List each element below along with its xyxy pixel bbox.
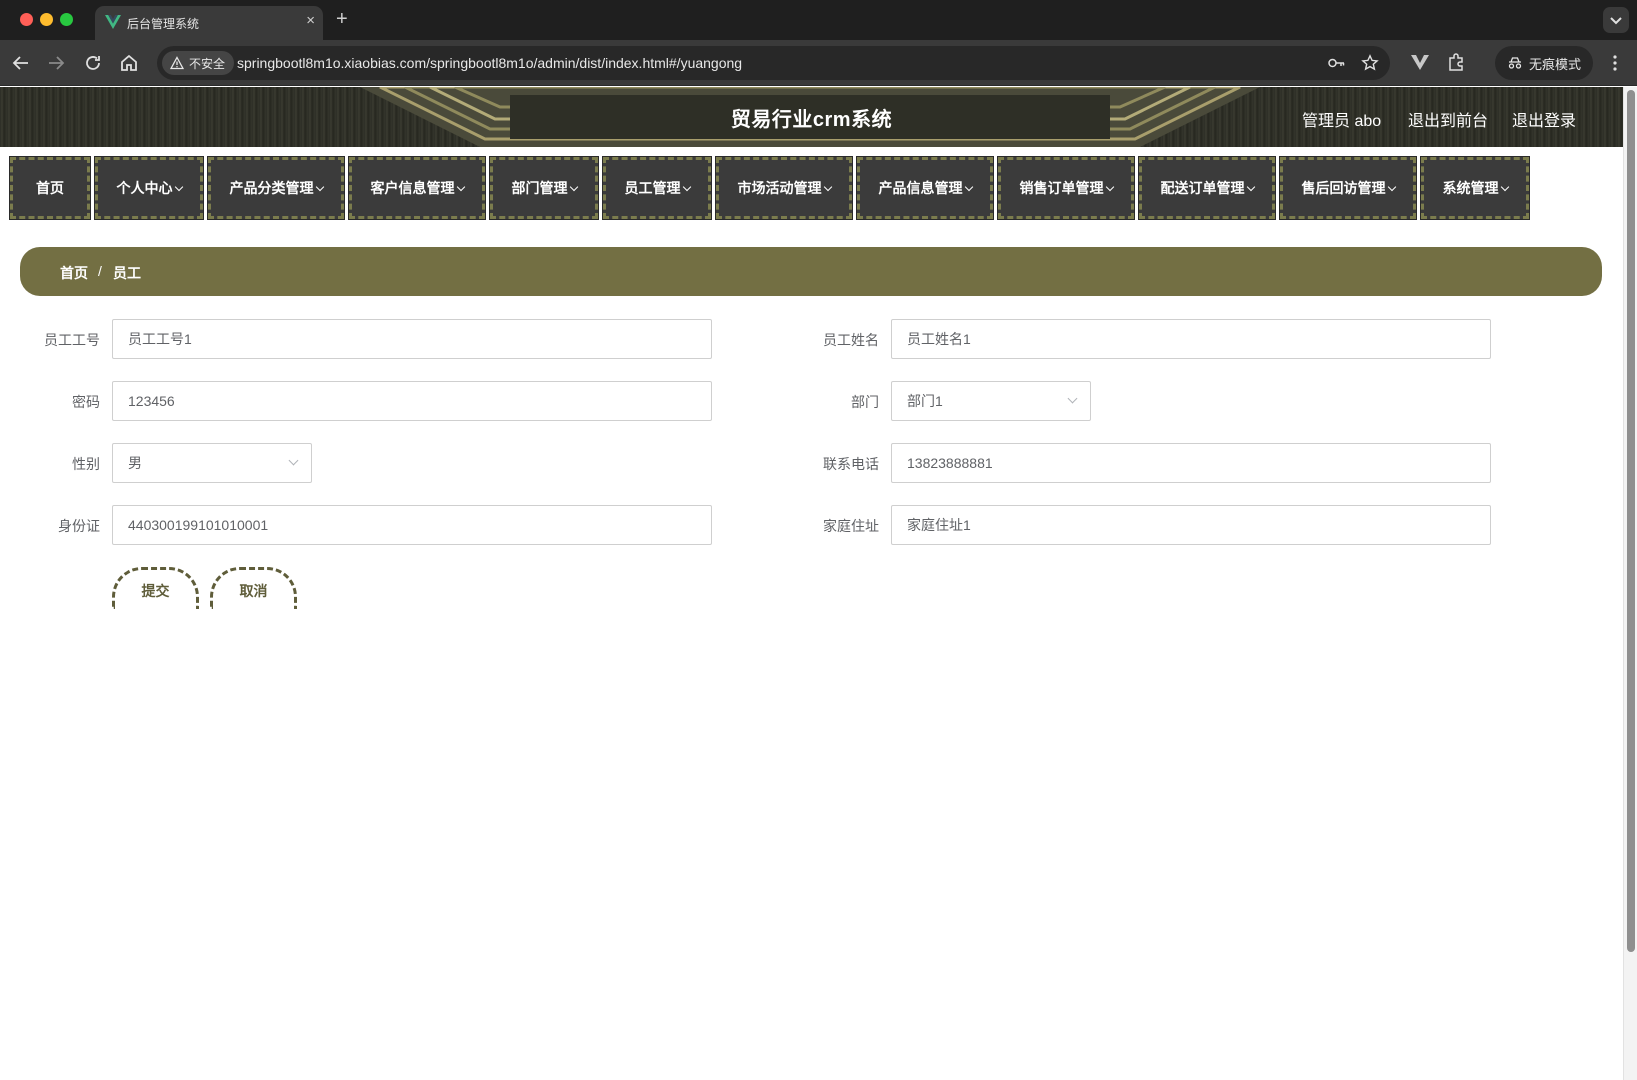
address-label: 家庭住址	[823, 518, 879, 534]
tab-search-button[interactable]	[1603, 7, 1629, 33]
nav-item-customer-info[interactable]: 客户信息管理	[348, 156, 486, 220]
vue-logo-icon	[105, 15, 121, 29]
breadcrumb-current: 员工	[113, 265, 141, 281]
close-window-button[interactable]	[20, 13, 33, 26]
url-text[interactable]: springbootl8m1o.xiaobias.com/springbootl…	[237, 55, 742, 71]
submit-button[interactable]: 提交	[112, 567, 199, 609]
password-input[interactable]: 123456	[112, 381, 712, 421]
gender-select[interactable]: 男	[112, 443, 312, 483]
chevron-down-icon	[1500, 182, 1509, 191]
nav-item-label: 客户信息管理	[370, 180, 455, 196]
vue-devtools-icon[interactable]	[1409, 51, 1431, 73]
department-label: 部门	[851, 394, 879, 410]
nav-item-label: 个人中心	[116, 180, 173, 196]
address-bar[interactable]: 不安全 springbootl8m1o.xiaobias.com/springb…	[157, 46, 1390, 80]
chevron-down-icon	[1105, 182, 1114, 191]
more-menu-icon[interactable]	[1612, 53, 1618, 73]
tab-close-icon[interactable]: ×	[306, 12, 315, 30]
admin-user-label: 管理员 abo	[1302, 113, 1382, 130]
chevron-down-icon	[964, 182, 973, 191]
page-scrollbar[interactable]	[1623, 87, 1637, 1080]
chevron-down-icon	[288, 455, 299, 466]
chevron-down-icon	[174, 182, 183, 191]
incognito-icon	[1508, 57, 1522, 69]
logout-link[interactable]: 退出登录	[1512, 107, 1576, 131]
gender-select-value: 男	[128, 455, 142, 471]
chevron-down-icon	[1246, 182, 1255, 191]
phone-input[interactable]: 13823888881	[891, 443, 1491, 483]
nav-item-employee[interactable]: 员工管理	[602, 156, 712, 220]
main-nav: 首页 个人中心 产品分类管理 客户信息管理 部门管理 员工管理 市场活动管理 产…	[0, 156, 1623, 220]
phone-label: 联系电话	[823, 456, 879, 472]
nav-item-label: 部门管理	[511, 180, 568, 196]
bookmark-star-icon[interactable]	[1361, 54, 1379, 72]
employee-name-input[interactable]: 员工姓名1	[891, 319, 1491, 359]
chevron-down-icon	[456, 182, 465, 191]
nav-item-label: 系统管理	[1442, 180, 1499, 196]
nav-item-department[interactable]: 部门管理	[489, 156, 599, 220]
breadcrumb: 首页 / 员工	[20, 247, 1602, 296]
nav-item-personal-center[interactable]: 个人中心	[94, 156, 204, 220]
maximize-window-button[interactable]	[60, 13, 73, 26]
reload-icon[interactable]	[81, 51, 105, 75]
breadcrumb-home[interactable]: 首页	[60, 263, 88, 283]
page-content: 贸易行业crm系统 管理员 abo 退出到前台 退出登录 首页 个人中心 产品分…	[0, 87, 1623, 1080]
nav-item-marketing[interactable]: 市场活动管理	[715, 156, 853, 220]
chevron-down-icon	[823, 182, 832, 191]
key-icon[interactable]	[1327, 54, 1345, 72]
exit-to-front-link[interactable]: 退出到前台	[1408, 107, 1488, 131]
nav-item-label: 产品分类管理	[229, 180, 314, 196]
tab-title: 后台管理系统	[127, 17, 200, 31]
chevron-down-icon	[1610, 17, 1622, 25]
warning-icon	[170, 56, 184, 70]
incognito-badge[interactable]: 无痕模式	[1495, 46, 1594, 80]
back-arrow-icon[interactable]	[9, 51, 33, 75]
nav-item-sales-order[interactable]: 销售订单管理	[997, 156, 1135, 220]
id-card-input[interactable]: 440300199101010001	[112, 505, 712, 545]
nav-item-label: 首页	[36, 180, 64, 196]
chevron-down-icon	[569, 182, 578, 191]
new-tab-button[interactable]: +	[336, 8, 348, 30]
nav-item-label: 销售订单管理	[1019, 180, 1104, 196]
department-select-value: 部门1	[907, 393, 943, 409]
chevron-down-icon	[315, 182, 324, 191]
id-card-label: 身份证	[58, 518, 100, 534]
employee-name-label: 员工姓名	[823, 332, 879, 348]
nav-item-delivery-order[interactable]: 配送订单管理	[1138, 156, 1276, 220]
nav-item-product-info[interactable]: 产品信息管理	[856, 156, 994, 220]
forward-arrow-icon[interactable]	[44, 51, 68, 75]
browser-toolbar: 不安全 springbootl8m1o.xiaobias.com/springb…	[0, 40, 1637, 86]
nav-item-label: 配送订单管理	[1160, 180, 1245, 196]
address-input[interactable]: 家庭住址1	[891, 505, 1491, 545]
security-label: 不安全	[189, 56, 226, 71]
extensions-puzzle-icon[interactable]	[1446, 51, 1468, 73]
scrollbar-thumb[interactable]	[1627, 90, 1635, 952]
nav-item-label: 产品信息管理	[878, 180, 963, 196]
employee-no-input[interactable]: 员工工号1	[112, 319, 712, 359]
site-header: 贸易行业crm系统 管理员 abo 退出到前台 退出登录	[0, 87, 1623, 147]
security-chip[interactable]: 不安全	[162, 51, 235, 75]
nav-item-system[interactable]: 系统管理	[1420, 156, 1530, 220]
chevron-down-icon	[1067, 393, 1078, 404]
chevron-down-icon	[1387, 182, 1396, 191]
nav-item-label: 员工管理	[624, 180, 681, 196]
browser-tab[interactable]: 后台管理系统 ×	[95, 6, 323, 40]
nav-item-product-category[interactable]: 产品分类管理	[207, 156, 345, 220]
nav-item-after-sales[interactable]: 售后回访管理	[1279, 156, 1417, 220]
nav-item-label: 售后回访管理	[1301, 180, 1386, 196]
minimize-window-button[interactable]	[40, 13, 53, 26]
home-icon[interactable]	[117, 51, 141, 75]
gender-label: 性别	[72, 456, 100, 472]
nav-item-label: 市场活动管理	[737, 180, 822, 196]
nav-item-home[interactable]: 首页	[9, 156, 91, 220]
chevron-down-icon	[682, 182, 691, 191]
browser-tabbar: 后台管理系统 × +	[0, 0, 1637, 40]
breadcrumb-separator: /	[98, 263, 102, 279]
department-select[interactable]: 部门1	[891, 381, 1091, 421]
cancel-button[interactable]: 取消	[210, 567, 297, 609]
password-label: 密码	[72, 394, 100, 410]
employee-no-label: 员工工号	[44, 332, 100, 348]
incognito-label: 无痕模式	[1529, 56, 1582, 72]
